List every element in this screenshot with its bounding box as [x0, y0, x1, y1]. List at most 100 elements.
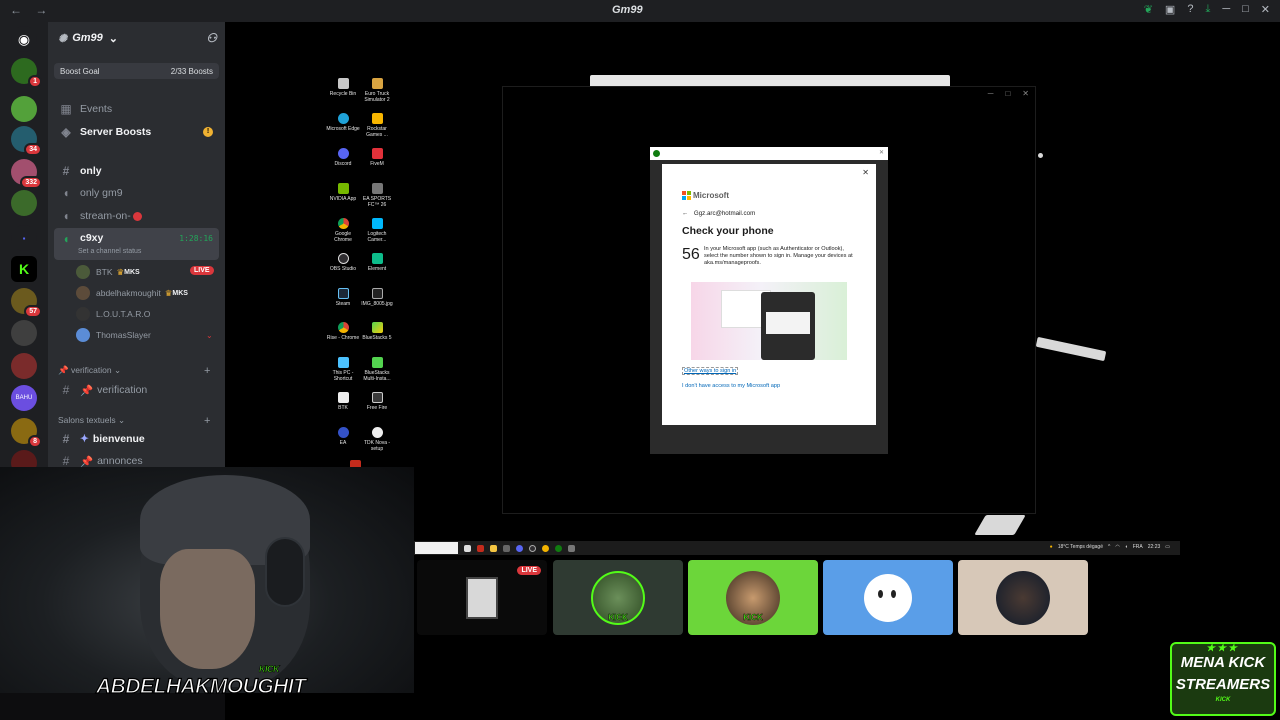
desktop-icon[interactable]: Recycle Bin — [326, 78, 360, 97]
desktop-icon[interactable]: TDK Nova - setup — [360, 427, 394, 452]
channel-verification[interactable]: # 📌 verification — [48, 380, 225, 400]
speaker-icon: ◖ — [62, 186, 70, 200]
server-icon[interactable]: 57 — [11, 288, 42, 318]
desktop-icon[interactable]: Rise - Chrome — [326, 322, 360, 341]
nav-arrows: ← → — [10, 3, 57, 17]
server-icon[interactable] — [11, 96, 37, 122]
server-icon[interactable]: 1 — [11, 58, 42, 88]
channel-status-input[interactable]: Set a channel status — [78, 248, 141, 255]
discord-home-icon[interactable]: ◉ — [11, 26, 37, 52]
add-channel-icon[interactable]: + — [204, 415, 210, 427]
voice-user[interactable]: BTK ♛ MKS — [76, 263, 140, 281]
back-arrow-icon[interactable]: ← — [682, 210, 688, 217]
desktop-icon[interactable]: OBS Studio — [326, 253, 360, 272]
inbox-icon[interactable]: ▣ — [1165, 3, 1175, 16]
participant-tile[interactable] — [958, 560, 1088, 635]
wave-icon: ✦ — [80, 433, 89, 445]
close-icon[interactable]: ✕ — [1022, 89, 1029, 98]
desktop-icon[interactable]: Element — [360, 253, 394, 272]
maximize-icon[interactable]: □ — [1005, 89, 1010, 98]
stream-preview-tile[interactable]: LIVE — [417, 560, 547, 635]
desktop-icon[interactable]: BTK — [326, 392, 360, 411]
voice-user[interactable]: L.O.U.T.A.R.O — [76, 305, 150, 323]
server-icon[interactable]: BAHU — [11, 385, 37, 411]
channel-only[interactable]: # only — [48, 161, 225, 181]
desktop-icon[interactable]: This PC - Shortcut — [326, 357, 360, 382]
folder-icon[interactable]: ▪ — [11, 225, 37, 251]
desktop-icon[interactable]: Steam — [326, 288, 360, 307]
taskbar-app-icon[interactable] — [503, 544, 510, 552]
taskbar-app-icon[interactable] — [568, 544, 575, 552]
desktop-icon[interactable]: BlueStacks 5 — [360, 322, 394, 341]
minimize-icon[interactable]: ─ — [988, 89, 994, 98]
desktop-icon[interactable]: Google Chrome — [326, 218, 360, 243]
avatar — [76, 328, 90, 342]
kick-logo-label: KICK — [259, 664, 280, 675]
taskbar-app-icon[interactable] — [477, 544, 484, 552]
chrome-icon[interactable] — [542, 544, 549, 552]
taskbar-search[interactable] — [415, 542, 458, 554]
server-icon[interactable] — [11, 320, 37, 346]
minimize-icon[interactable]: ─ — [1222, 3, 1230, 16]
dialog-close-icon[interactable]: ✕ — [879, 149, 884, 156]
server-icon[interactable]: 332 — [11, 159, 42, 189]
explorer-icon[interactable] — [490, 544, 497, 552]
invite-icon[interactable]: ⚇ — [206, 31, 217, 45]
xbox-icon[interactable] — [555, 544, 562, 552]
desktop-icon[interactable]: NVIDIA App — [326, 183, 360, 202]
voice-user[interactable]: ThomasSlayer ⌄ — [76, 326, 213, 344]
desktop-icon[interactable]: Rockstar Games ... — [360, 113, 394, 138]
desktop-icon[interactable]: EA — [326, 427, 360, 446]
category-verification[interactable]: 📌 verification ⌄ + — [58, 365, 210, 377]
close-icon[interactable]: ✕ — [862, 168, 869, 177]
account-email[interactable]: ← Ggz.arc@hotmail.com — [682, 210, 755, 217]
desktop-icon[interactable]: FiveM — [360, 148, 394, 167]
weather-text: 18°C Temps dégagé — [1057, 544, 1103, 550]
server-icon[interactable]: 34 — [11, 126, 42, 156]
nitro-icon[interactable]: ❦ — [1144, 3, 1153, 16]
server-icon[interactable]: 8 — [11, 418, 42, 448]
obs-icon — [337, 253, 349, 264]
desktop-icon[interactable]: Free Fire — [360, 392, 394, 411]
help-icon[interactable]: ? — [1187, 3, 1193, 16]
server-header[interactable]: ✺ Gm99 ⌄ ⚇ — [48, 22, 225, 54]
kick-label: KICK — [608, 613, 628, 622]
taskview-icon[interactable] — [464, 544, 471, 552]
calendar-icon: ▦ — [60, 102, 72, 116]
maximize-icon[interactable]: □ — [1242, 3, 1249, 16]
other-ways-link[interactable]: Other ways to sign in — [682, 367, 739, 375]
discord-icon[interactable] — [516, 544, 523, 552]
server-icon[interactable]: K — [11, 256, 37, 282]
participant-tile[interactable]: KICK — [553, 560, 683, 635]
back-icon[interactable]: ← — [10, 3, 22, 17]
desktop-icon[interactable]: Discord — [326, 148, 360, 167]
notification-icon[interactable]: ▭ — [1165, 544, 1170, 550]
channel-bienvenue[interactable]: # ✦ bienvenue — [48, 429, 225, 449]
category-salons-textuels[interactable]: Salons textuels ⌄ + — [58, 415, 210, 427]
participant-tile[interactable]: KICK — [688, 560, 818, 635]
voice-user[interactable]: abdelhakmoughit ♛ MKS — [76, 284, 188, 302]
channel-only-gm9[interactable]: ◖ only gm9 — [48, 183, 225, 203]
desktop-icon[interactable]: Microsoft Edge — [326, 113, 360, 132]
tray-chevron-icon[interactable]: ^ — [1108, 544, 1110, 550]
forward-icon[interactable]: → — [35, 3, 47, 17]
server-icon[interactable] — [11, 190, 37, 216]
language-indicator[interactable]: FRA — [1133, 544, 1143, 550]
no-access-link[interactable]: I don't have access to my Microsoft app — [682, 383, 780, 389]
desktop-icon[interactable]: Logitech Camer... — [360, 218, 394, 243]
desktop-icon[interactable]: IMG_8005.jpg — [360, 288, 394, 307]
add-channel-icon[interactable]: + — [204, 365, 210, 377]
participant-tile[interactable] — [823, 560, 953, 635]
boost-goal-bar[interactable]: Boost Goal 2/33 Boosts — [54, 63, 219, 79]
desktop-icon[interactable]: Euro Truck Simulator 2 — [360, 78, 394, 103]
channel-stream-on[interactable]: ◖ stream-on- — [48, 206, 225, 226]
events-item[interactable]: ▦ Events — [48, 99, 225, 119]
desktop-icon[interactable]: BlueStacks Multi-Insta... — [360, 357, 394, 382]
server-boosts-item[interactable]: ◈ Server Boosts ! — [48, 122, 225, 142]
download-icon[interactable]: ⤓ — [1205, 3, 1210, 16]
close-icon[interactable]: ✕ — [1261, 3, 1270, 16]
server-icon[interactable] — [11, 353, 37, 379]
obs-icon[interactable] — [529, 544, 536, 552]
voice-channel-c9xy[interactable]: ◖ c9xy 1:28:16 Set a channel status — [54, 228, 219, 260]
desktop-icon[interactable]: EA SPORTS FC™ 26 — [360, 183, 394, 208]
